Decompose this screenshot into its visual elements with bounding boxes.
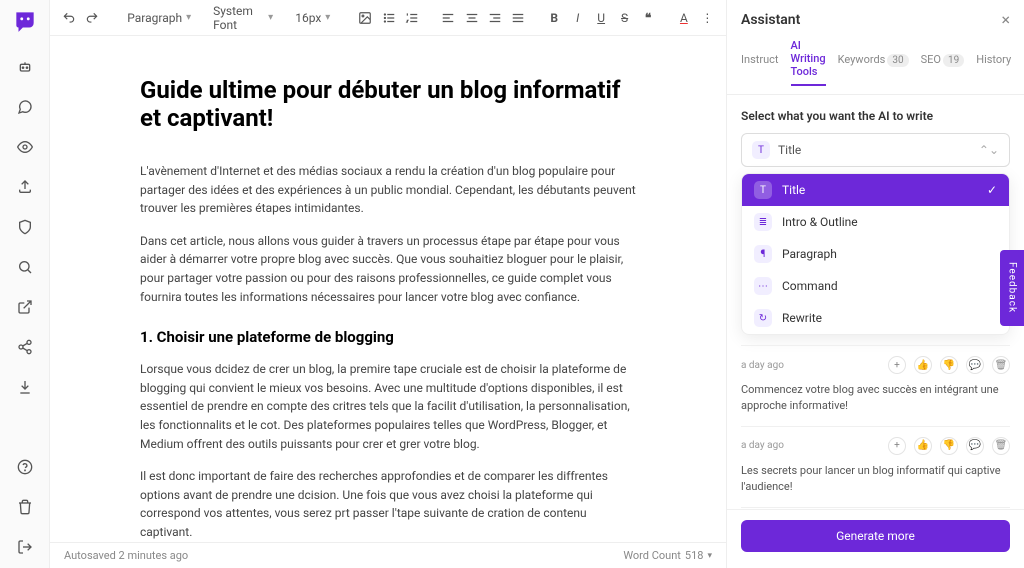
rewrite-icon: ↻: [754, 309, 772, 327]
command-icon: ⋯: [754, 277, 772, 295]
align-right-button[interactable]: [486, 7, 503, 29]
option-paragraph[interactable]: ¶Paragraph: [742, 238, 1009, 270]
logout-icon[interactable]: [16, 538, 34, 556]
add-icon[interactable]: +: [888, 356, 906, 374]
ai-type-dropdown: TTitle✓ ≣Intro & Outline ¶Paragraph ⋯Com…: [741, 173, 1010, 335]
app-logo[interactable]: [10, 6, 40, 36]
ai-type-select[interactable]: T Title ⌃⌄: [741, 133, 1010, 167]
history-text: Commencez votre blog avec succès en inté…: [741, 382, 1010, 414]
close-icon[interactable]: ×: [1001, 10, 1010, 29]
option-rewrite[interactable]: ↻Rewrite: [742, 302, 1009, 334]
bullet-list-button[interactable]: [380, 7, 397, 29]
undo-button[interactable]: [60, 7, 77, 29]
doc-paragraph[interactable]: Dans cet article, nous allons vous guide…: [140, 232, 636, 306]
align-justify-button[interactable]: [510, 7, 527, 29]
underline-button[interactable]: U: [592, 7, 609, 29]
chevron-down-icon: ▾: [707, 551, 712, 561]
doc-paragraph[interactable]: L'avènement d'Internet et des médias soc…: [140, 162, 636, 218]
thumbs-up-icon[interactable]: 👍: [914, 356, 932, 374]
outline-icon: ≣: [754, 213, 772, 231]
history-text: Les secrets pour lancer un blog informat…: [741, 463, 1010, 495]
redo-button[interactable]: [83, 7, 100, 29]
align-center-button[interactable]: [463, 7, 480, 29]
chevron-down-icon: ▾: [268, 12, 273, 23]
doc-title[interactable]: Guide ultime pour débuter un blog inform…: [140, 76, 636, 132]
option-command[interactable]: ⋯Command: [742, 270, 1009, 302]
history-item: a day ago + 👍 👎 💬 🗑 Les secrets pour lan…: [741, 426, 1010, 507]
add-icon[interactable]: +: [888, 437, 906, 455]
editor-toolbar: Paragraph▾ System Font▾ 16px▾ B I U S ❝ …: [50, 0, 726, 36]
assistant-panel: Assistant × Instruct AI Writing Tools Ke…: [726, 0, 1024, 568]
external-icon[interactable]: [16, 298, 34, 316]
autosave-status: Autosaved 2 minutes ago: [64, 549, 188, 562]
upload-icon[interactable]: [16, 178, 34, 196]
check-icon: ✓: [987, 183, 997, 197]
comment-icon[interactable]: [16, 98, 34, 116]
trash-icon[interactable]: [16, 498, 34, 516]
option-intro-outline[interactable]: ≣Intro & Outline: [742, 206, 1009, 238]
chat-icon[interactable]: 💬: [966, 437, 984, 455]
tab-instruct[interactable]: Instruct: [741, 53, 779, 72]
ordered-list-button[interactable]: [404, 7, 421, 29]
delete-icon[interactable]: 🗑: [992, 437, 1010, 455]
robot-icon[interactable]: [16, 58, 34, 76]
shield-icon[interactable]: [16, 218, 34, 236]
quote-button[interactable]: ❝: [639, 7, 656, 29]
assistant-title: Assistant: [741, 12, 800, 28]
font-size-select[interactable]: 16px▾: [287, 11, 338, 25]
strike-button[interactable]: S: [616, 7, 633, 29]
left-nav-rail: [0, 0, 50, 568]
word-count[interactable]: Word Count 518 ▾: [623, 549, 712, 562]
chevron-down-icon: ▾: [186, 12, 191, 23]
assistant-tabs: Instruct AI Writing Tools Keywords30 SEO…: [727, 39, 1024, 95]
text-color-button[interactable]: A: [675, 7, 692, 29]
assistant-prompt: Select what you want the AI to write: [741, 109, 1010, 123]
history-item: a day ago + 👍 👎 💬 🗑 Découvrez comment dé…: [741, 507, 1010, 509]
tab-seo[interactable]: SEO19: [921, 53, 965, 72]
history-item: a day ago + 👍 👎 💬 🗑 Commencez votre blog…: [741, 345, 1010, 426]
select-caret-icon: ⌃⌄: [979, 143, 999, 157]
download-icon[interactable]: [16, 378, 34, 396]
history-time: a day ago: [741, 360, 784, 371]
italic-button[interactable]: I: [569, 7, 586, 29]
search-icon[interactable]: [16, 258, 34, 276]
option-title[interactable]: TTitle✓: [742, 174, 1009, 206]
doc-paragraph[interactable]: Lorsque vous dcidez de crer un blog, la …: [140, 360, 636, 453]
doc-paragraph[interactable]: Il est donc important de faire des reche…: [140, 467, 636, 541]
feedback-tab[interactable]: Feedback: [1000, 250, 1024, 326]
tab-history[interactable]: History: [976, 53, 1011, 72]
delete-icon[interactable]: 🗑: [992, 356, 1010, 374]
title-icon: T: [754, 181, 772, 199]
eye-icon[interactable]: [16, 138, 34, 156]
chevron-down-icon: ▾: [325, 12, 330, 23]
font-family-select[interactable]: System Font▾: [205, 4, 281, 32]
tab-ai-writing[interactable]: AI Writing Tools: [791, 39, 826, 86]
share-icon[interactable]: [16, 338, 34, 356]
help-icon[interactable]: [16, 458, 34, 476]
document-body[interactable]: Guide ultime pour débuter un blog inform…: [50, 36, 726, 542]
tab-keywords[interactable]: Keywords30: [838, 53, 909, 72]
doc-heading[interactable]: 1. Choisir une plateforme de blogging: [140, 328, 636, 346]
align-left-button[interactable]: [439, 7, 456, 29]
history-time: a day ago: [741, 440, 784, 451]
chat-icon[interactable]: 💬: [966, 356, 984, 374]
image-button[interactable]: [357, 7, 374, 29]
bold-button[interactable]: B: [546, 7, 563, 29]
thumbs-down-icon[interactable]: 👎: [940, 356, 958, 374]
paragraph-icon: ¶: [754, 245, 772, 263]
title-icon: T: [752, 141, 770, 159]
more-button[interactable]: ⋮: [699, 7, 716, 29]
generate-more-button[interactable]: Generate more: [741, 520, 1010, 552]
block-style-select[interactable]: Paragraph▾: [119, 11, 199, 25]
editor-main: Paragraph▾ System Font▾ 16px▾ B I U S ❝ …: [50, 0, 726, 568]
thumbs-down-icon[interactable]: 👎: [940, 437, 958, 455]
status-bar: Autosaved 2 minutes ago Word Count 518 ▾: [50, 542, 726, 568]
thumbs-up-icon[interactable]: 👍: [914, 437, 932, 455]
